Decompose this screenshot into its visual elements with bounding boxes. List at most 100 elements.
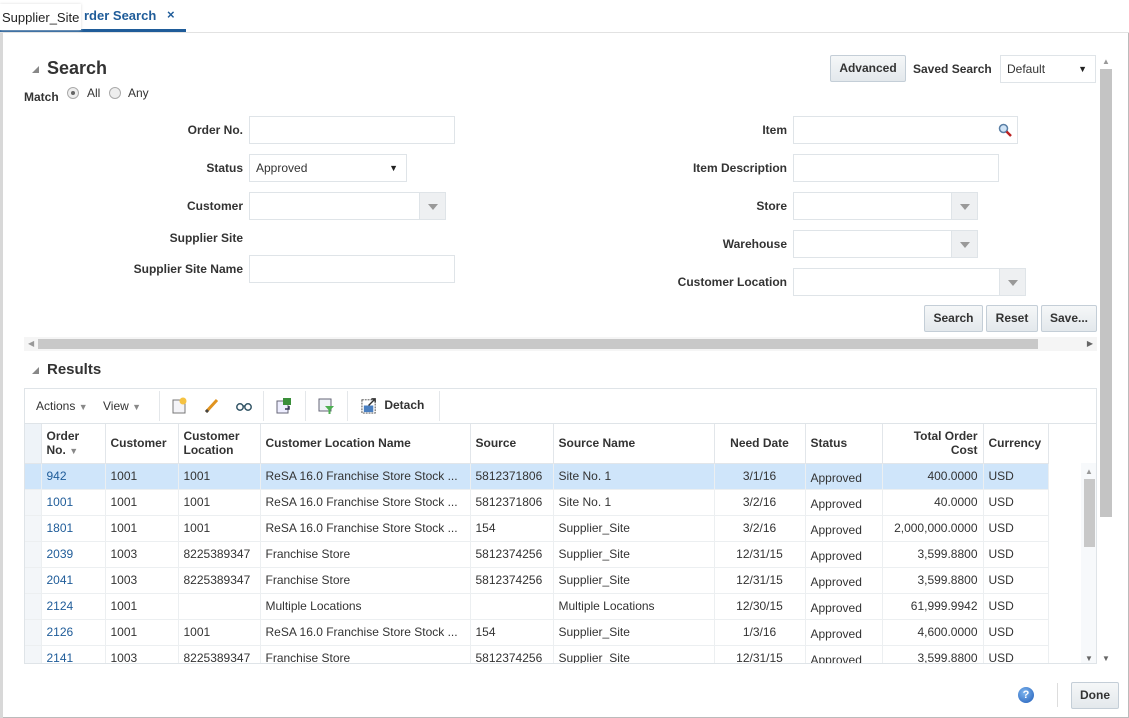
column-header-source-name[interactable]: Source Name	[553, 424, 715, 464]
column-header-status[interactable]: Status	[805, 424, 883, 464]
results-table: Order No. ▼ Customer Customer Location C…	[24, 423, 1097, 664]
query-by-example-icon[interactable]	[317, 397, 335, 415]
order-no-link[interactable]: 1801	[41, 515, 106, 542]
item-input[interactable]	[793, 116, 1018, 144]
table-row[interactable]: 2141 1003 8225389347 Franchise Store 5812374…	[25, 645, 1049, 663]
reset-button[interactable]: Reset	[986, 305, 1038, 332]
column-header-customer-location-name[interactable]: Customer Location Name	[260, 424, 471, 464]
row-header[interactable]	[25, 645, 42, 663]
scroll-right-icon[interactable]: ▶	[1087, 339, 1093, 348]
source-cell: 154	[470, 515, 554, 542]
detach-button[interactable]: Detach	[361, 397, 424, 414]
table-row[interactable]: 2124 1001 Multiple Locations Multiple Locat…	[25, 593, 1049, 620]
table-row[interactable]: 2126 1001 1001 ReSA 16.0 Franchise Store St…	[25, 619, 1049, 646]
results-section-header[interactable]: Results	[32, 361, 101, 378]
order-no-link[interactable]: 2141	[41, 645, 106, 663]
sort-icon[interactable]: ▼	[69, 446, 78, 456]
customer-location-combo[interactable]	[793, 268, 1026, 296]
row-header[interactable]	[25, 619, 42, 646]
order-no-link[interactable]: 2126	[41, 619, 106, 646]
item-description-input[interactable]	[793, 154, 999, 182]
customer-location-cell: 8225389347	[178, 645, 261, 663]
create-icon[interactable]	[171, 397, 189, 415]
need-date-cell: 1/3/16	[714, 619, 806, 646]
status-select[interactable]: Approved ▼	[249, 154, 407, 182]
saved-search-select[interactable]: Default ▼	[1000, 55, 1096, 83]
radio-any[interactable]	[109, 87, 121, 99]
order-no-link[interactable]: 1001	[41, 489, 106, 516]
scroll-down-icon[interactable]: ▼	[1102, 654, 1110, 663]
order-no-link[interactable]: 2039	[41, 541, 106, 568]
store-combo[interactable]	[793, 192, 978, 220]
collapse-triangle-icon[interactable]	[32, 65, 39, 73]
table-row[interactable]: 942 1001 1001 ReSA 16.0 Franchise Store Sto…	[25, 463, 1049, 490]
column-header-total-order-cost[interactable]: Total Order Cost	[882, 424, 984, 464]
column-header-source[interactable]: Source	[470, 424, 554, 464]
column-header-currency[interactable]: Currency	[983, 424, 1049, 464]
scroll-up-icon[interactable]: ▲	[1085, 467, 1093, 476]
radio-all[interactable]	[67, 87, 79, 99]
view-glasses-icon[interactable]	[235, 397, 253, 415]
warehouse-combo[interactable]	[793, 230, 978, 258]
actions-menu[interactable]: Actions ▼	[36, 399, 88, 413]
customer-combo[interactable]	[249, 192, 446, 220]
need-date-cell: 12/31/15	[714, 541, 806, 568]
column-header-customer[interactable]: Customer	[105, 424, 179, 464]
scrollbar-thumb[interactable]	[1084, 479, 1095, 547]
table-vertical-scrollbar[interactable]: ▲ ▼	[1081, 463, 1096, 663]
scrollbar-thumb[interactable]	[1100, 69, 1112, 517]
advanced-button[interactable]: Advanced	[830, 55, 906, 82]
source-name-cell: Supplier_Site	[553, 567, 715, 594]
save-button[interactable]: Save...	[1041, 305, 1097, 332]
search-section-header[interactable]: Search	[32, 58, 107, 79]
row-header[interactable]	[25, 567, 42, 594]
combo-dropdown-icon[interactable]	[951, 231, 977, 257]
order-no-link[interactable]: 2041	[41, 567, 106, 594]
order-no-link[interactable]: 942	[41, 463, 106, 490]
row-header[interactable]	[25, 463, 42, 490]
table-row[interactable]: 1001 1001 1001 ReSA 16.0 Franchise Store St…	[25, 489, 1049, 516]
export-excel-icon[interactable]	[275, 397, 293, 415]
combo-dropdown-icon[interactable]	[999, 269, 1025, 295]
combo-dropdown-icon[interactable]	[419, 193, 445, 219]
search-icon[interactable]	[998, 123, 1012, 137]
status-cell: Approved	[805, 567, 883, 594]
row-header[interactable]	[25, 541, 42, 568]
column-header-customer-location[interactable]: Customer Location	[178, 424, 261, 464]
actions-label: Actions	[36, 399, 76, 413]
done-button[interactable]: Done	[1071, 682, 1119, 709]
table-row[interactable]: 2039 1003 8225389347 Franchise Store 5812374…	[25, 541, 1049, 568]
customer-location-name-cell: Franchise Store	[260, 541, 471, 568]
horizontal-scrollbar[interactable]: ◀ ▶	[24, 337, 1097, 351]
customer-location-name-cell: ReSA 16.0 Franchise Store Stock ...	[260, 619, 471, 646]
order-no-link[interactable]: 2124	[41, 593, 106, 620]
dropdown-arrow-icon: ▼	[389, 163, 398, 173]
currency-cell: USD	[983, 567, 1049, 594]
combo-dropdown-icon[interactable]	[951, 193, 977, 219]
customer-label: Customer	[186, 199, 243, 213]
results-title: Results	[47, 361, 102, 378]
column-header-order-no[interactable]: Order No. ▼	[41, 424, 106, 464]
edit-pencil-icon[interactable]	[203, 397, 221, 415]
table-row[interactable]: 2041 1003 8225389347 Franchise Store 5812374…	[25, 567, 1049, 594]
scroll-left-icon[interactable]: ◀	[28, 339, 34, 348]
vertical-scrollbar[interactable]: ▲ ▼	[1099, 55, 1113, 665]
row-header[interactable]	[25, 515, 42, 542]
order-no-input[interactable]	[249, 116, 455, 144]
scrollbar-thumb[interactable]	[38, 339, 1038, 349]
row-header[interactable]	[25, 593, 42, 620]
search-button[interactable]: Search	[924, 305, 983, 332]
scroll-down-icon[interactable]: ▼	[1085, 654, 1093, 663]
column-header-need-date[interactable]: Need Date	[714, 424, 806, 464]
row-header[interactable]	[25, 489, 42, 516]
supplier-site-name-input[interactable]	[249, 255, 455, 283]
table-row[interactable]: 1801 1001 1001 ReSA 16.0 Franchise Store St…	[25, 515, 1049, 542]
collapse-triangle-icon[interactable]	[32, 366, 39, 374]
customer-location-cell: 1001	[178, 515, 261, 542]
scroll-up-icon[interactable]: ▲	[1102, 57, 1110, 66]
source-name-cell: Supplier_Site	[553, 541, 715, 568]
detach-icon	[361, 398, 376, 414]
close-icon[interactable]: ×	[167, 7, 175, 22]
help-icon[interactable]: ?	[1018, 687, 1034, 703]
view-menu[interactable]: View ▼	[103, 399, 141, 413]
